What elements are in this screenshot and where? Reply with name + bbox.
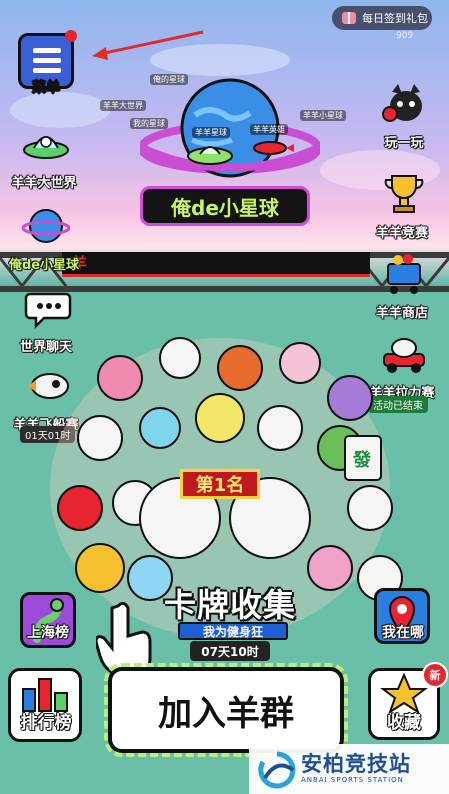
card-collection-subtitle: 我为健身狂	[178, 622, 288, 640]
where-am-i-label: 我在哪	[382, 625, 424, 641]
sheep-competition-label: 羊羊竞赛	[375, 226, 428, 241]
join-flock-label: 加入羊群	[158, 693, 294, 734]
card-collection-title[interactable]: 卡牌收集	[150, 580, 310, 626]
boxing-cat-icon	[382, 84, 422, 122]
svg-text:發: 發	[352, 449, 372, 471]
gift-icon	[342, 12, 356, 24]
daily-signin-button[interactable]: 每日签到礼包	[332, 6, 432, 30]
first-place-text: 第1名	[195, 475, 245, 496]
shopping-cart-icon	[387, 254, 421, 294]
pointer-arrow	[92, 30, 204, 60]
first-place-badge: 第1名	[180, 469, 260, 499]
card-collection-timer: 07天10时	[190, 641, 270, 661]
online-counter: 909	[396, 31, 414, 41]
planet-title: 俺de小星球	[171, 195, 279, 220]
menu-icon	[33, 48, 61, 53]
new-badge: 新	[422, 662, 448, 688]
planet-title-button[interactable]: 俺de小星球	[140, 186, 310, 226]
planet-label: 羊羊小星球	[300, 110, 346, 121]
menu-label: 菜单	[32, 80, 61, 97]
planet-label: 俺的星球	[150, 74, 188, 85]
trophy-icon	[384, 175, 424, 213]
play-button[interactable]: 玩一玩	[364, 80, 444, 158]
planet-icon	[22, 209, 70, 243]
play-label: 玩一玩	[384, 136, 424, 151]
sheep-world-label: 羊羊大世界	[11, 176, 77, 191]
watermark-title: 安柏竞技站	[301, 752, 411, 776]
watermark-subtitle: ANBAI SPORTS STATION	[301, 776, 404, 784]
planet-graphic[interactable]	[140, 70, 320, 190]
notification-dot	[65, 30, 77, 42]
my-planet-label: 俺de小星球	[8, 258, 80, 273]
my-planet-button[interactable]: 俺de小星球	[4, 202, 84, 280]
planet-label: 羊羊大世界	[100, 100, 146, 111]
favorites-label: 收藏	[387, 713, 421, 733]
shanghai-ranking-label: 上海榜	[27, 625, 69, 641]
game-home-screen: 羊 每日签到礼包 909 菜单 俺de小星球 羊羊大世界 我的星球 羊羊星球 羊…	[0, 0, 449, 794]
planet-label: 羊羊英雄	[250, 124, 288, 135]
planet-label: 我的星球	[130, 118, 168, 129]
daily-signin-label: 每日签到礼包	[362, 12, 428, 25]
sheep-shop-button[interactable]: 羊羊商店	[362, 250, 442, 328]
sheep-competition-button[interactable]: 羊羊竞赛	[362, 170, 442, 248]
watermark: 安柏竞技站 ANBAI SPORTS STATION	[249, 744, 449, 794]
join-flock-button[interactable]: 加入羊群	[104, 663, 348, 757]
watermark-logo	[258, 751, 296, 789]
ufo-icon	[23, 136, 69, 159]
bridge-banner: 羊	[62, 252, 370, 277]
leaderboard-label: 排行榜	[20, 713, 72, 733]
planet-label: 羊羊星球	[192, 127, 230, 138]
sheep-world-button[interactable]: 羊羊大世界	[4, 120, 84, 198]
